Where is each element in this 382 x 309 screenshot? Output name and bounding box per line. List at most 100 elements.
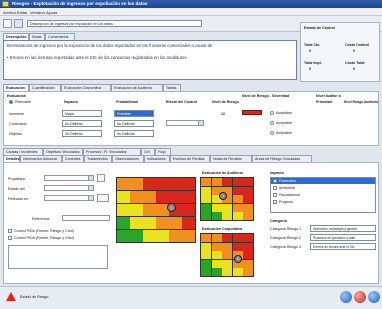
description-textarea[interactable]: Desmaración de ingresos por la exposició… (3, 40, 297, 80)
people-icon[interactable] (97, 174, 105, 182)
matrix-cell[interactable] (169, 229, 182, 242)
matrix-cell[interactable] (143, 203, 156, 217)
matrix-cell[interactable] (201, 259, 211, 268)
matrix-cell[interactable] (243, 195, 253, 203)
matrix-cell[interactable] (201, 234, 211, 242)
revisado-select[interactable] (44, 195, 94, 201)
impact-select[interactable]: No Definido (62, 120, 102, 127)
matrix-cell[interactable] (130, 178, 143, 191)
matrix-cell[interactable] (232, 186, 243, 195)
menu-ventana[interactable]: Ventana (30, 10, 45, 15)
matrix-cell[interactable] (243, 268, 253, 276)
matrix-cell[interactable] (117, 216, 130, 230)
matrix-cell[interactable] (169, 190, 182, 204)
corporativa-marker[interactable]: 1 (234, 255, 242, 263)
matrix-cell[interactable] (117, 190, 130, 204)
pida-checkbox[interactable] (8, 236, 12, 240)
list-checkbox[interactable] (273, 179, 277, 183)
matrix-cell[interactable] (201, 212, 211, 220)
list-checkbox[interactable] (273, 186, 277, 190)
matrix-cell[interactable] (201, 268, 211, 276)
matrix-cell[interactable] (156, 178, 169, 191)
list-checkbox[interactable] (273, 193, 277, 197)
matrix-cell[interactable] (243, 178, 253, 186)
matrix-cell[interactable] (232, 195, 243, 203)
matrix-cell[interactable] (130, 190, 143, 204)
menu-archivo[interactable]: Archivo (3, 10, 16, 15)
matrix-cell[interactable] (143, 229, 156, 242)
matrix-cell[interactable] (211, 242, 222, 251)
matrix-cell[interactable] (169, 216, 182, 230)
tab-objetivos[interactable]: Objetivos Vinculados (43, 148, 83, 155)
notes-box[interactable] (8, 245, 108, 269)
tab-evaluacion-auditoria[interactable]: Evaluación de Auditoría (111, 84, 163, 91)
matrix-cell[interactable] (232, 212, 243, 220)
list-item[interactable]: Ambiental (279, 186, 295, 190)
propietario-select[interactable] (44, 175, 94, 181)
impacto-list[interactable]: Financiero Ambiental Reputacional Proyec… (270, 177, 376, 213)
tab-ctrl[interactable]: Ctrl (141, 148, 155, 155)
tab-flujo[interactable]: Flujo (155, 148, 171, 155)
matrix-cell[interactable] (211, 234, 222, 242)
auditoria-marker[interactable]: 1 (219, 192, 227, 200)
navigate-icon[interactable] (340, 291, 352, 303)
matrix-cell[interactable] (222, 203, 232, 212)
matrix-cell[interactable] (182, 203, 195, 217)
tab-descripcion[interactable]: Descripción (3, 33, 29, 40)
list-item[interactable]: Proyecto (279, 200, 293, 204)
tab-eventos-perdida[interactable]: Eventos de Pérdida (170, 155, 210, 162)
matrix-cell[interactable] (243, 242, 253, 251)
tab-cuantificacion[interactable]: Cuantificación (29, 84, 61, 91)
matrix-cell[interactable] (222, 178, 232, 186)
matrix-cell[interactable] (117, 178, 130, 191)
matrix-cell[interactable] (222, 212, 232, 220)
matrix-cell[interactable] (243, 234, 253, 242)
matrix-cell[interactable] (211, 203, 222, 212)
prob-select[interactable]: Probable (114, 110, 154, 117)
matrix-cell[interactable] (143, 190, 156, 204)
matrix-cell[interactable] (130, 203, 143, 217)
tab-controles[interactable]: Controles (62, 155, 84, 162)
matrix-cell[interactable] (182, 216, 195, 230)
tab-tratamientos[interactable]: Tratamientos (84, 155, 112, 162)
tab-notas-revision[interactable]: Notas de Revisión (210, 155, 252, 162)
matrix-cell[interactable] (222, 242, 232, 251)
control-effect-select[interactable] (166, 120, 204, 126)
matrix-cell[interactable] (182, 178, 195, 191)
matrix-cell[interactable] (117, 203, 130, 217)
aceptable-radio[interactable] (270, 111, 274, 115)
tab-comentarios[interactable]: Comentarios (45, 33, 75, 40)
matrix-cell[interactable] (222, 268, 232, 276)
matrix-cell[interactable] (117, 229, 130, 242)
matrix-cell[interactable] (232, 234, 243, 242)
matrix-cell[interactable] (243, 259, 253, 268)
matrix-cell[interactable] (211, 259, 222, 268)
matrix-cell[interactable] (156, 216, 169, 230)
matrix-cell[interactable] (211, 268, 222, 276)
matrix-cell[interactable] (201, 178, 211, 186)
menu-editar[interactable]: Editar (17, 10, 27, 15)
matrix-cell[interactable] (143, 216, 156, 230)
matrix-cell[interactable] (232, 203, 243, 212)
categoria-select[interactable]: Operación, estrategia y gestión (310, 225, 376, 232)
matrix-cell[interactable] (211, 178, 222, 186)
next-icon[interactable] (368, 291, 380, 303)
matrix-cell[interactable] (169, 178, 182, 191)
matrix-cell[interactable] (243, 251, 253, 259)
aceptable-radio[interactable] (270, 121, 274, 125)
new-icon[interactable] (3, 19, 12, 28)
close-icon[interactable] (354, 291, 366, 303)
matrix-cell[interactable] (222, 234, 232, 242)
matrix-cell[interactable] (201, 242, 211, 251)
people-group-icon[interactable] (97, 194, 109, 202)
matrix-cell[interactable] (201, 195, 211, 203)
matrix-cell[interactable] (222, 251, 232, 259)
matrix-cell[interactable] (201, 186, 211, 195)
risk-marker[interactable]: 1 (167, 203, 176, 212)
prob-select[interactable]: No Definido (114, 130, 154, 137)
matrix-cell[interactable] (232, 178, 243, 186)
matrix-cell[interactable] (201, 203, 211, 212)
pida-checkbox[interactable] (8, 229, 12, 233)
impact-select[interactable]: Mayor (62, 110, 102, 117)
matrix-cell[interactable] (201, 251, 211, 259)
